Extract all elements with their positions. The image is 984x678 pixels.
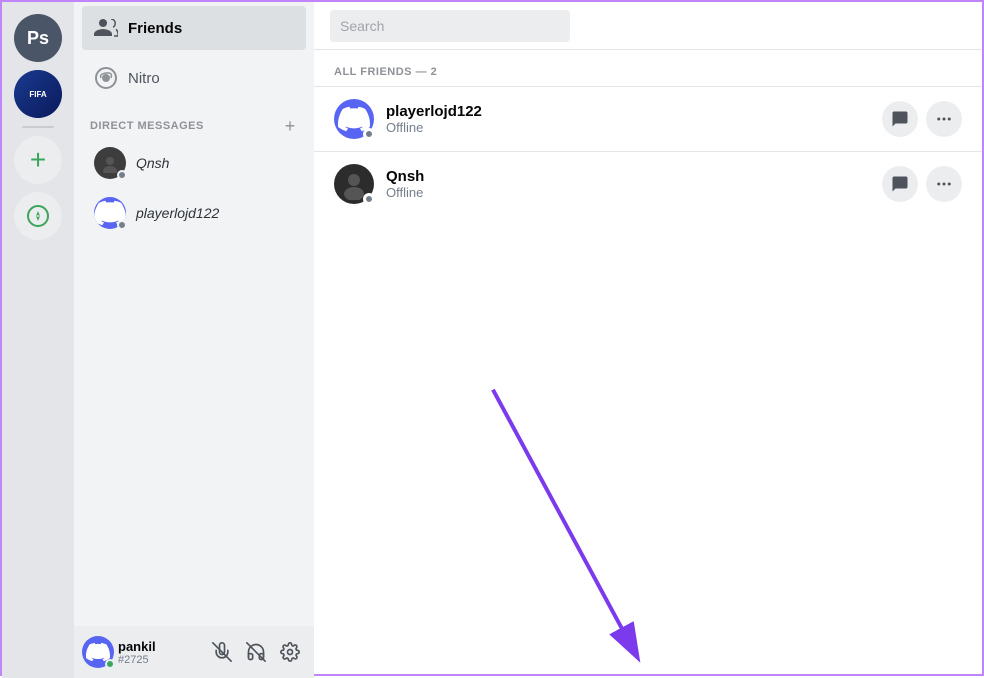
dm-user-playerlojd122[interactable]: playerlojd122	[82, 189, 306, 237]
dm-username-qnsh: Qnsh	[136, 155, 169, 171]
friends-list: ALL FRIENDS — 2 playerlojd122 Offline	[314, 50, 982, 674]
explore-button[interactable]	[14, 192, 62, 240]
mute-icon	[212, 642, 232, 662]
friend-avatar-wrap-qnsh	[334, 164, 374, 204]
friends-count-label: ALL FRIENDS — 2	[314, 66, 982, 86]
settings-gear-icon	[280, 642, 300, 662]
main-content: ALL FRIENDS — 2 playerlojd122 Offline	[314, 2, 982, 674]
dm-sidebar: Friends Nitro DIRECT MESSAGES +	[74, 2, 314, 678]
user-status-online-dot	[105, 659, 115, 669]
main-wrapper: ALL FRIENDS — 2 playerlojd122 Offline	[314, 2, 982, 674]
friend-name-player: playerlojd122	[386, 103, 882, 120]
message-icon	[891, 110, 909, 128]
user-settings-button[interactable]	[274, 636, 306, 668]
user-bar-controls	[206, 636, 306, 668]
dm-section-header: DIRECT MESSAGES +	[74, 102, 314, 138]
friend-more-button-qnsh[interactable]	[926, 166, 962, 202]
main-header	[314, 2, 982, 50]
friend-message-button-player[interactable]	[882, 101, 918, 137]
user-bar-tag: #2725	[118, 654, 202, 666]
compass-icon	[26, 204, 50, 228]
friend-info-qnsh: Qnsh Offline	[386, 168, 882, 200]
user-bar-avatar-wrap	[82, 636, 114, 668]
message-icon-qnsh	[891, 175, 909, 193]
more-icon	[935, 110, 953, 128]
server-icon-ps[interactable]: Ps	[14, 14, 62, 62]
friend-name-qnsh: Qnsh	[386, 168, 882, 185]
friend-avatar-wrap-player	[334, 99, 374, 139]
add-dm-button[interactable]: +	[282, 118, 298, 134]
server-icon-fifa[interactable]: FIFA	[14, 70, 62, 118]
friend-more-button-player[interactable]	[926, 101, 962, 137]
dm-username-player: playerlojd122	[136, 205, 219, 221]
add-server-button[interactable]: +	[14, 136, 62, 184]
qnsh-status-dot	[117, 170, 127, 180]
search-box[interactable]	[330, 10, 570, 42]
friend-actions-qnsh	[882, 166, 962, 202]
friend-info-player: playerlojd122 Offline	[386, 103, 882, 135]
friend1-status-dot	[363, 128, 375, 140]
friends-icon	[94, 16, 118, 40]
nitro-nav-item[interactable]: Nitro	[82, 56, 306, 100]
more-icon-qnsh	[935, 175, 953, 193]
user-bar: pankil #2725	[74, 626, 314, 678]
deafen-icon	[246, 642, 266, 662]
friends-label: Friends	[128, 20, 182, 37]
friend-row-playerlojd122[interactable]: playerlojd122 Offline	[314, 86, 982, 151]
mute-button[interactable]	[206, 636, 238, 668]
friend-message-button-qnsh[interactable]	[882, 166, 918, 202]
nitro-icon	[94, 66, 118, 90]
dm-avatar-wrap-qnsh	[94, 147, 126, 179]
dm-avatar-wrap-player	[94, 197, 126, 229]
search-input[interactable]	[340, 18, 560, 34]
friend-row-qnsh[interactable]: Qnsh Offline	[314, 151, 982, 216]
fifa-icon: FIFA	[14, 70, 62, 118]
nitro-label: Nitro	[128, 70, 160, 87]
deafen-button[interactable]	[240, 636, 272, 668]
server-sidebar: Ps FIFA +	[2, 2, 74, 678]
qnsh-avatar-img	[100, 153, 120, 173]
friend-actions-player	[882, 101, 962, 137]
dm-user-qnsh[interactable]: Qnsh	[82, 139, 306, 187]
server-divider	[22, 126, 54, 128]
friend-status-qnsh: Offline	[386, 185, 882, 200]
user-bar-info: pankil #2725	[118, 639, 202, 666]
player-status-dot	[117, 220, 127, 230]
dm-section-title: DIRECT MESSAGES	[90, 120, 204, 132]
user-bar-name: pankil	[118, 639, 202, 654]
friend-status-player: Offline	[386, 120, 882, 135]
friend2-status-dot	[363, 193, 375, 205]
friends-nav-item[interactable]: Friends	[82, 6, 306, 50]
